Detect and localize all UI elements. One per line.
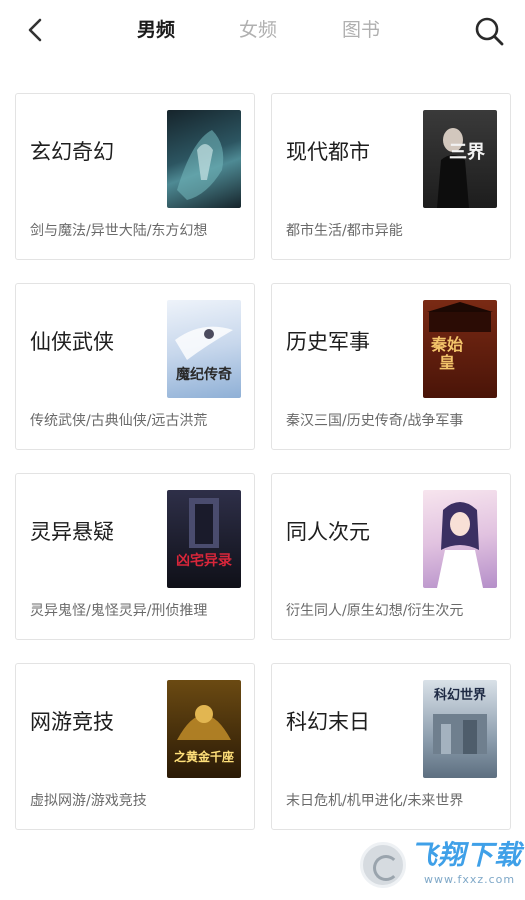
cover-title: 魔纪传奇	[176, 367, 232, 383]
category-subtitle: 虚拟网游/游戏竞技	[30, 793, 147, 809]
category-title: 历史军事	[286, 330, 370, 354]
tab-female[interactable]: 女频	[239, 17, 277, 43]
category-card-lishi[interactable]: 历史军事 秦汉三国/历史传奇/战争军事 秦始皇	[271, 283, 511, 450]
category-card-kehuan[interactable]: 科幻末日 末日危机/机甲进化/未来世界 科幻世界	[271, 663, 511, 830]
category-title: 现代都市	[286, 140, 370, 164]
cover-art	[177, 130, 224, 200]
book-cover: 秦始皇	[423, 300, 497, 398]
category-title: 灵异悬疑	[30, 520, 114, 544]
category-subtitle: 都市生活/都市异能	[286, 223, 403, 239]
watermark-url: www.fxxz.com	[424, 873, 516, 886]
category-title: 同人次元	[286, 520, 370, 544]
top-bar: 男频 女频 图书	[0, 0, 525, 62]
book-cover: 魔纪传奇	[167, 300, 241, 398]
cover-title: 秦始皇	[430, 335, 463, 372]
category-card-tongren[interactable]: 同人次元 衍生同人/原生幻想/衍生次元	[271, 473, 511, 640]
book-cover: 之黄金千座	[167, 680, 241, 778]
category-subtitle: 灵异鬼怪/鬼怪灵异/刑侦推理	[30, 603, 208, 619]
cover-art	[189, 498, 219, 548]
watermark-title: 飞翔下载	[410, 840, 522, 871]
category-subtitle: 衍生同人/原生幻想/衍生次元	[286, 603, 464, 619]
category-subtitle: 秦汉三国/历史传奇/战争军事	[286, 413, 464, 429]
book-cover	[423, 490, 497, 588]
category-card-dushi[interactable]: 现代都市 都市生活/都市异能 三界	[271, 93, 511, 260]
cover-title: 科幻世界	[433, 688, 486, 703]
category-title: 网游竞技	[30, 710, 114, 734]
book-cover: 三界	[423, 110, 497, 208]
category-card-wangyou[interactable]: 网游竞技 虚拟网游/游戏竞技 之黄金千座	[15, 663, 255, 830]
book-cover	[167, 110, 241, 208]
search-button[interactable]	[472, 14, 506, 48]
cover-title: 之黄金千座	[173, 750, 234, 764]
channel-tabs: 男频 女频 图书	[0, 0, 525, 62]
cover-title: 三界	[449, 142, 485, 163]
category-card-xianxia[interactable]: 仙侠武侠 传统武侠/古典仙侠/远古洪荒 魔纪传奇	[15, 283, 255, 450]
tab-books[interactable]: 图书	[342, 17, 380, 43]
category-card-xuanhuan[interactable]: 玄幻奇幻 剑与魔法/异世大陆/东方幻想	[15, 93, 255, 260]
tab-male[interactable]: 男频	[137, 17, 175, 43]
category-title: 玄幻奇幻	[30, 140, 114, 164]
book-cover: 凶宅异录	[167, 490, 241, 588]
cover-art	[437, 502, 483, 588]
category-subtitle: 剑与魔法/异世大陆/东方幻想	[30, 223, 208, 239]
cover-title: 凶宅异录	[176, 553, 232, 569]
category-title: 科幻末日	[286, 710, 370, 734]
category-card-lingyi[interactable]: 灵异悬疑 灵异鬼怪/鬼怪灵异/刑侦推理 凶宅异录	[15, 473, 255, 640]
watermark-logo-icon	[360, 842, 406, 888]
search-icon	[475, 17, 504, 46]
category-subtitle: 传统武侠/古典仙侠/远古洪荒	[30, 413, 208, 429]
site-watermark: 飞翔下载 www.fxxz.com	[360, 840, 521, 890]
book-cover: 科幻世界	[423, 680, 497, 778]
category-subtitle: 末日危机/机甲进化/未来世界	[286, 793, 464, 809]
category-title: 仙侠武侠	[30, 330, 114, 354]
